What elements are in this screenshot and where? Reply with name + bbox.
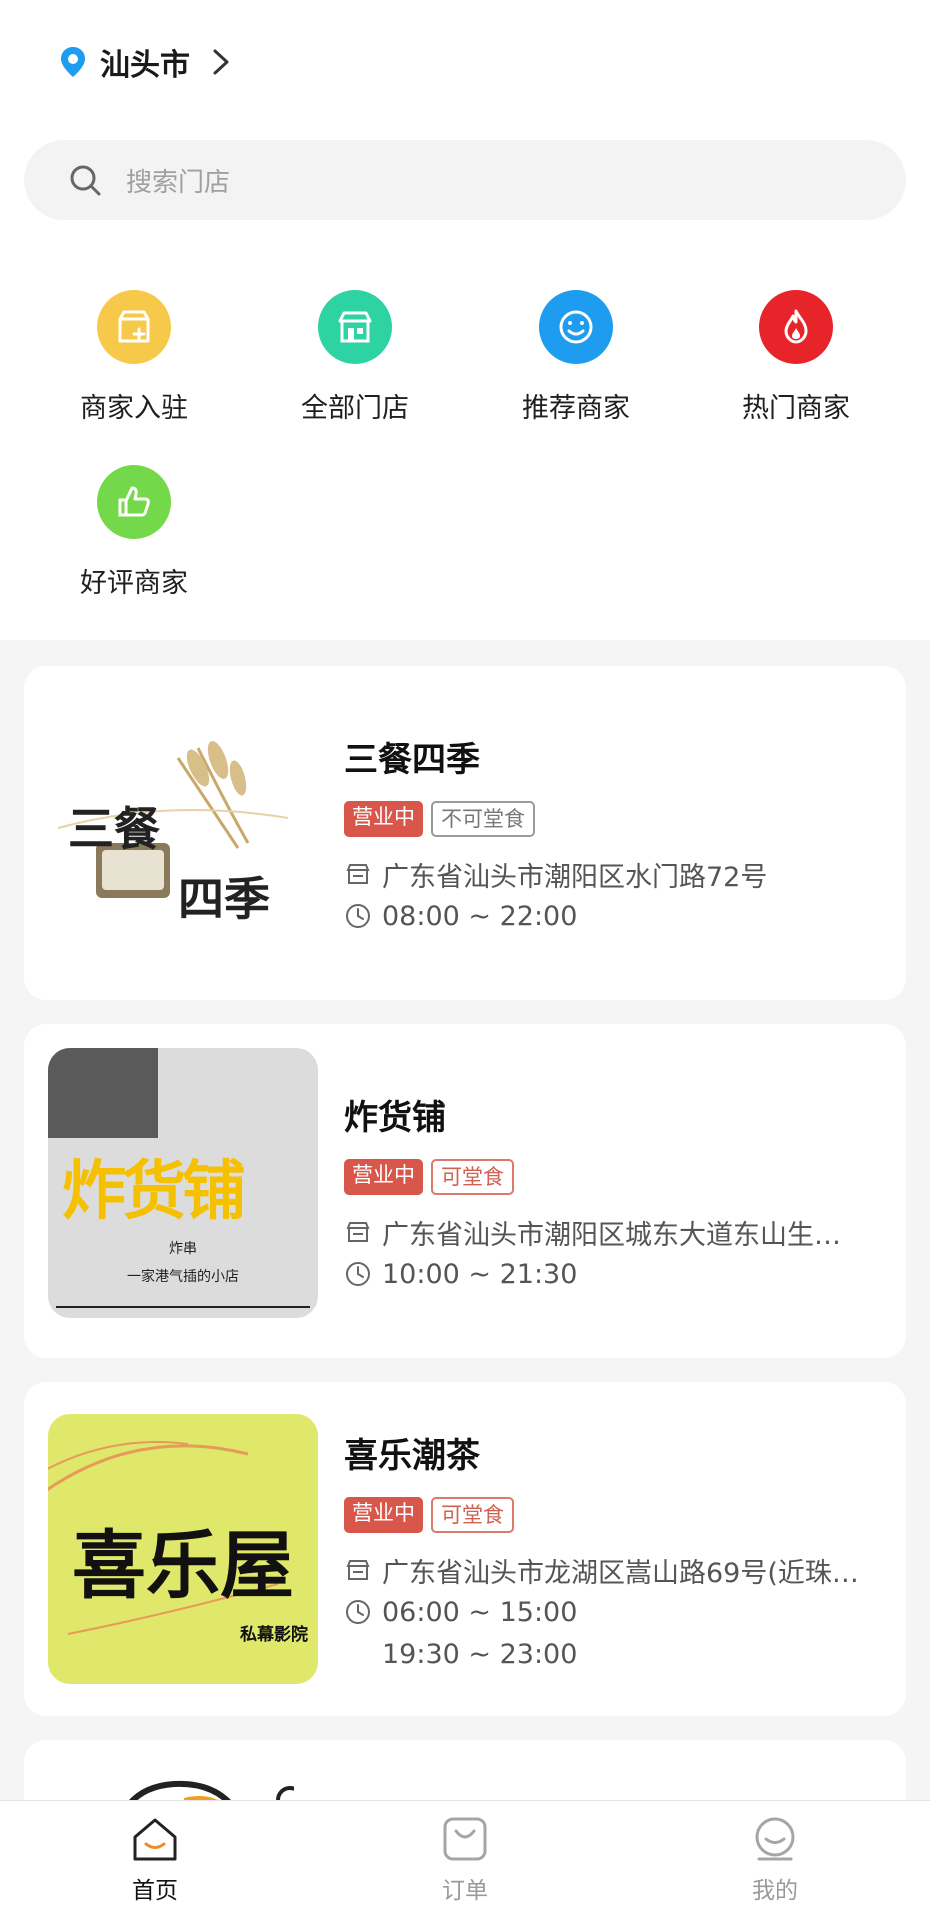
logo-divider [56,1306,310,1308]
category-label: 好评商家 [80,568,188,599]
shop-address: 广东省汕头市潮阳区水门路72号 [382,861,768,893]
shop-name: 三餐四季 [344,740,480,780]
category-label: 推荐商家 [522,393,630,424]
tab-orders[interactable]: 订单 [310,1801,620,1920]
shop-address: 广东省汕头市龙湖区嵩山路69号(近珠… [382,1557,859,1589]
shop-address: 广东省汕头市潮阳区城东大道东山生… [382,1219,841,1251]
category-hot[interactable]: 热门商家 [706,290,886,425]
dine-in-badge: 可堂食 [431,1159,514,1195]
tab-label: 首页 [132,1878,178,1904]
shop-hours: 08:00 ~ 22:00 [382,900,578,932]
shop-name: 喜乐潮茶 [344,1436,480,1476]
store-icon [346,1560,370,1580]
logo-subtext: 一家港气插的小店 [127,1269,239,1285]
shop-card[interactable]: 三餐 四季 三餐四季 营业中 不可堂食 广东省汕头市潮阳区水门路72号 08:0… [24,666,906,1000]
status-badge: 营业中 [344,801,423,837]
chevron-right-icon [213,49,229,75]
location-pin-icon [61,47,85,77]
thumbs-up-icon [97,465,171,539]
shop-logo: 炸货铺 炸串 一家港气插的小店 [48,1048,318,1318]
shop-info: 三餐四季 营业中 不可堂食 广东省汕头市潮阳区水门路72号 08:00 ~ 22… [344,732,882,937]
smile-icon [539,290,613,364]
category-label: 商家入驻 [80,393,188,424]
category-label: 全部门店 [301,393,409,424]
category-recommended[interactable]: 推荐商家 [486,290,666,425]
logo-text: 四季 [178,872,270,926]
shop-name: 炸货铺 [344,1098,446,1138]
city-name: 汕头市 [100,48,190,83]
store-add-icon [97,290,171,364]
shop-logo: 三餐 四季 [48,698,318,968]
storefront-photo [48,1048,158,1138]
profile-icon [755,1817,795,1861]
shop-info: 炸货铺 营业中 可堂食 广东省汕头市潮阳区城东大道东山生… 10:00 ~ 21… [344,1090,882,1295]
category-merchant-join[interactable]: 商家入驻 [44,290,224,425]
shop-hours: 19:30 ~ 23:00 [382,1638,578,1670]
store-icon [346,864,370,884]
home-icon [133,1818,177,1861]
category-good-reviews[interactable]: 好评商家 [44,465,224,600]
storefront-icon [318,290,392,364]
logo-text: 炸货铺 [62,1154,246,1229]
tab-profile[interactable]: 我的 [620,1801,930,1920]
shop-info: 喜乐潮茶 营业中 可堂食 广东省汕头市龙湖区嵩山路69号(近珠… 06:00 ~… [344,1428,882,1675]
tab-label: 我的 [752,1878,798,1904]
clock-icon [346,1262,370,1286]
shop-hours: 10:00 ~ 21:30 [382,1258,578,1290]
logo-subtext: 炸串 [169,1241,197,1257]
status-badge: 营业中 [344,1159,423,1195]
flame-icon [759,290,833,364]
dine-in-badge: 不可堂食 [431,801,535,837]
category-label: 热门商家 [742,393,850,424]
shop-logo: 喜乐屋 私幕影院 [48,1414,318,1684]
dine-in-badge: 可堂食 [431,1497,514,1533]
search-input[interactable]: 搜索门店 [24,140,906,220]
clock-icon [346,1600,370,1624]
logo-subtext: 私幕影院 [240,1625,308,1645]
category-all-stores[interactable]: 全部门店 [265,290,445,425]
clock-icon [346,904,370,928]
tab-label: 订单 [442,1878,488,1904]
status-badge: 营业中 [344,1497,423,1533]
location-selector[interactable]: 汕头市 [60,40,230,84]
top-section: 汕头市 搜索门店 商家入驻 全部门店 推荐商家 热门商家 好评商家 [0,0,930,640]
tab-home[interactable]: 首页 [0,1801,310,1920]
shop-hours: 06:00 ~ 15:00 [382,1596,578,1628]
shop-card[interactable]: 喜乐屋 私幕影院 喜乐潮茶 营业中 可堂食 广东省汕头市龙湖区嵩山路69号(近珠… [24,1382,906,1716]
search-placeholder: 搜索门店 [126,167,231,198]
bag-icon [443,1817,487,1861]
logo-text: 三餐 [68,802,160,856]
search-icon [70,165,101,196]
logo-text: 喜乐屋 [72,1523,294,1609]
bottom-tab-bar: 首页 订单 我的 [0,1800,930,1920]
store-icon [346,1222,370,1242]
shop-card[interactable]: 炸货铺 炸串 一家港气插的小店 炸货铺 营业中 可堂食 广东省汕头市潮阳区城东大… [24,1024,906,1358]
